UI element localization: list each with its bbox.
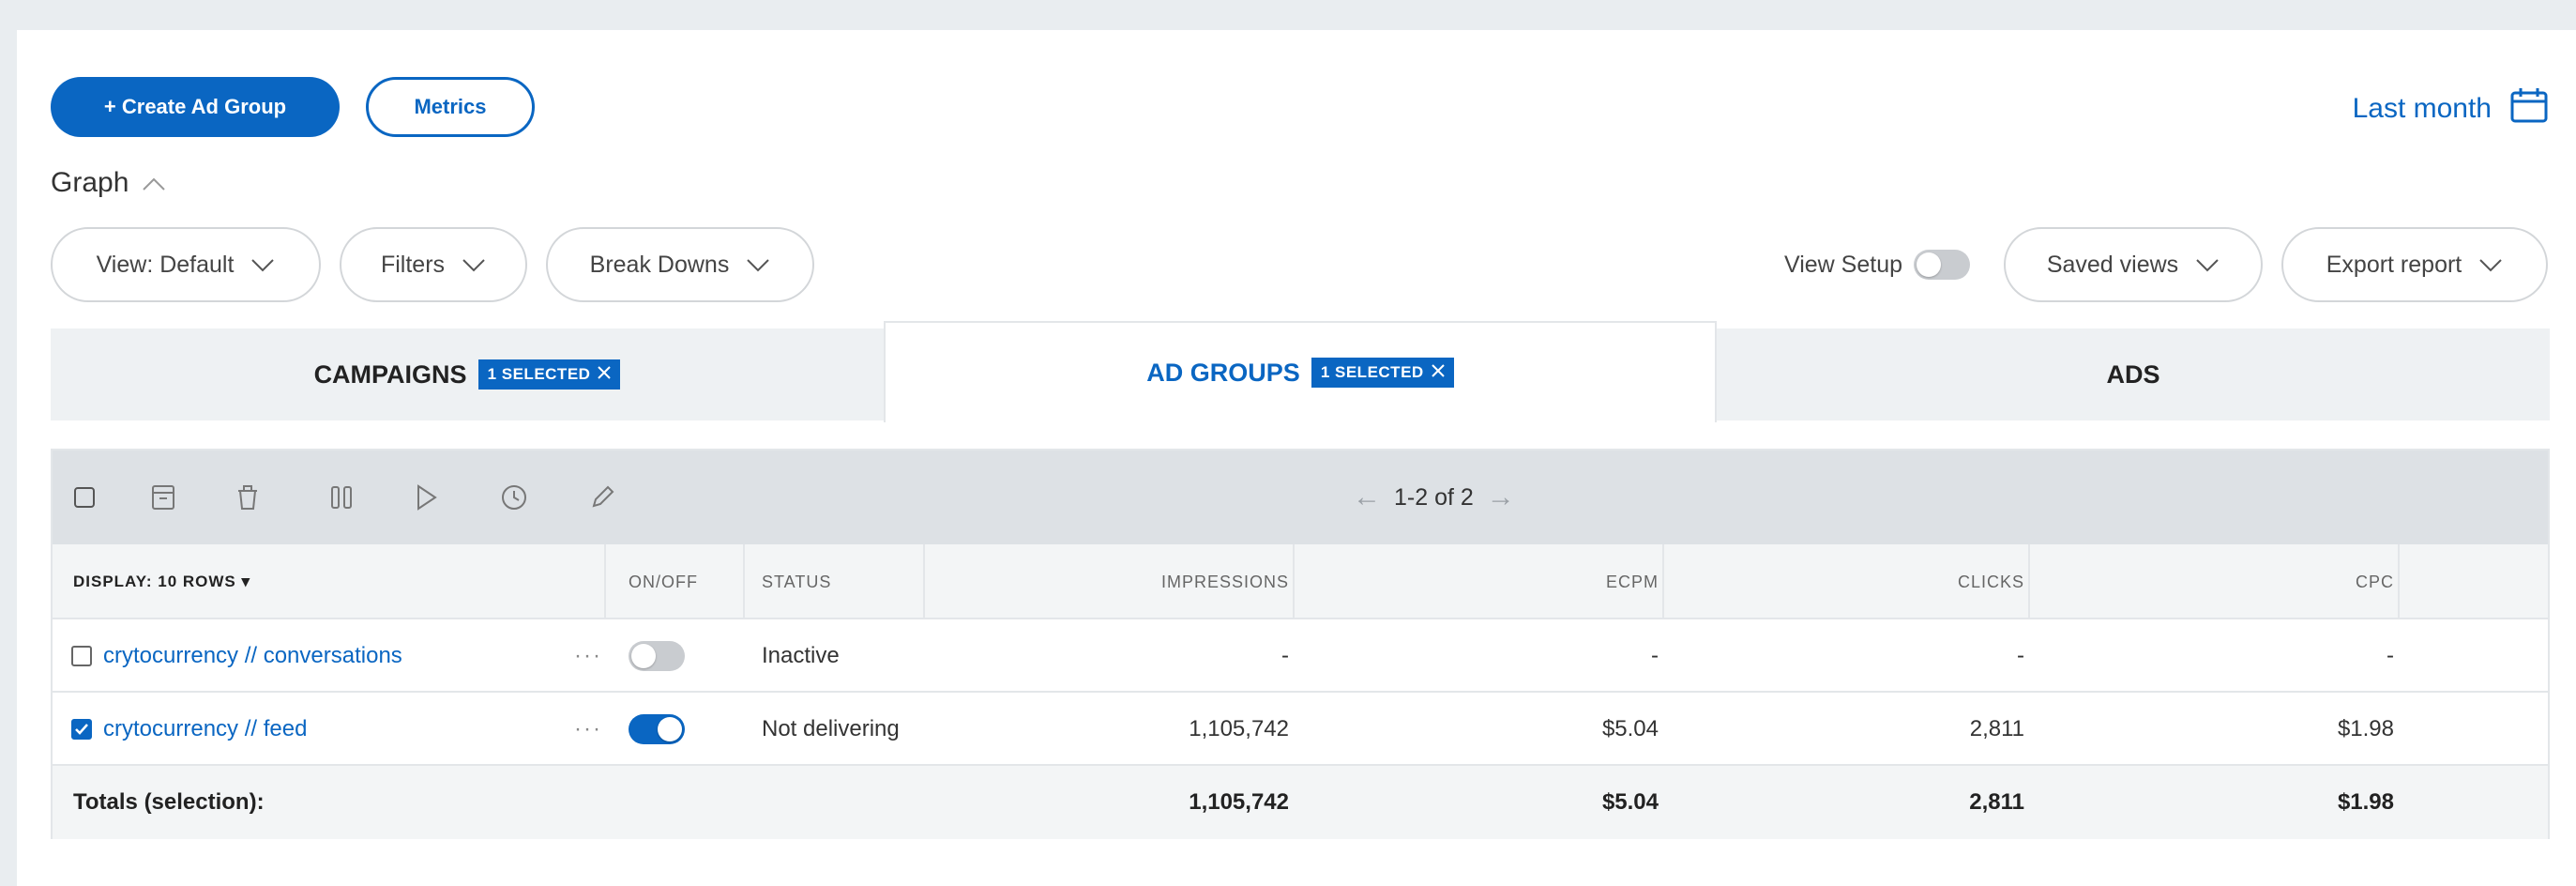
- row-name-cell: crytocurrency // conversations: [71, 619, 402, 693]
- row-onoff-cell: [629, 619, 685, 693]
- filters-label: Filters: [380, 251, 446, 278]
- status-value: Inactive: [762, 643, 840, 668]
- chevron-down-icon: [2195, 252, 2220, 279]
- col-status[interactable]: STATUS: [762, 544, 831, 619]
- export-report-label: Export report: [2326, 251, 2462, 278]
- graph-label: Graph: [51, 167, 129, 198]
- pause-icon[interactable]: [325, 481, 358, 514]
- tab-ads-label: ADS: [2106, 359, 2160, 389]
- table-row: crytocurrency // feed ··· Not delivering…: [53, 693, 2548, 766]
- pagination: ← 1-2 of 2 →: [1353, 479, 1515, 516]
- chevron-down-icon: [462, 252, 486, 279]
- metrics-button[interactable]: Metrics: [366, 77, 535, 137]
- tab-campaigns-label: CAMPAIGNS: [313, 359, 467, 389]
- col-cpc[interactable]: CPC: [2039, 544, 2394, 619]
- chevron-up-icon: [142, 167, 166, 199]
- graph-toggle[interactable]: Graph: [51, 167, 166, 199]
- pagination-label: 1-2 of 2: [1394, 483, 1474, 511]
- level-tabs: CAMPAIGNS 1 SELECTED AD GROUPS 1 SELECTE…: [51, 321, 2550, 422]
- breakdowns-label: Break Downs: [589, 251, 730, 278]
- tab-ad-groups[interactable]: AD GROUPS 1 SELECTED: [884, 321, 1717, 422]
- chevron-down-icon: [746, 252, 770, 279]
- clicks-value: -: [2017, 643, 2024, 668]
- totals-cpc: $1.98: [2337, 789, 2394, 815]
- prev-page-arrow-icon[interactable]: ←: [1353, 481, 1381, 513]
- archive-icon[interactable]: [146, 481, 180, 514]
- status-value: Not delivering: [762, 716, 900, 741]
- view-default-dropdown[interactable]: View: Default: [51, 227, 321, 302]
- bulk-actions-toolbar: ← 1-2 of 2 →: [53, 451, 2548, 544]
- ad-group-toggle[interactable]: [629, 641, 685, 671]
- clicks-value: 2,811: [1969, 716, 2024, 741]
- badge-text: 1 SELECTED: [487, 365, 591, 383]
- row-onoff-cell: [629, 693, 685, 766]
- saved-views-dropdown[interactable]: Saved views: [2004, 227, 2263, 302]
- clock-icon[interactable]: [497, 481, 531, 514]
- display-rows-selector[interactable]: DISPLAY: 10 ROWS ▾: [73, 544, 250, 619]
- campaigns-selected-badge[interactable]: 1 SELECTED: [477, 359, 621, 390]
- date-range-picker[interactable]: Last month: [2353, 86, 2548, 131]
- ad-group-link[interactable]: crytocurrency // conversations: [103, 643, 402, 669]
- checkbox-icon[interactable]: [68, 481, 101, 514]
- ad-group-link[interactable]: crytocurrency // feed: [103, 716, 307, 742]
- impressions-value: -: [1281, 643, 1289, 668]
- pencil-icon[interactable]: [585, 481, 619, 514]
- chevron-down-icon: [2478, 252, 2503, 279]
- ecpm-value: $5.04: [1601, 716, 1659, 741]
- tab-ads[interactable]: ADS: [1717, 328, 2550, 420]
- more-options-icon[interactable]: ···: [574, 693, 602, 766]
- totals-ecpm: $5.04: [1601, 789, 1659, 815]
- impressions-value: 1,105,742: [1189, 716, 1289, 741]
- row-name-cell: crytocurrency // feed: [71, 693, 307, 766]
- col-clicks[interactable]: CLICKS: [1674, 544, 2024, 619]
- view-default-label: View: Default: [96, 251, 235, 278]
- table-row: crytocurrency // conversations ··· Inact…: [53, 619, 2548, 693]
- date-range-label: Last month: [2352, 93, 2492, 124]
- row-checkbox[interactable]: [71, 646, 92, 666]
- play-icon[interactable]: [409, 481, 443, 514]
- tab-campaigns[interactable]: CAMPAIGNS 1 SELECTED: [51, 328, 884, 420]
- totals-impressions: 1,105,742: [1189, 789, 1289, 815]
- view-setup: View Setup: [1784, 246, 1971, 283]
- ad-group-toggle[interactable]: [629, 714, 685, 744]
- breakdowns-dropdown[interactable]: Break Downs: [546, 227, 814, 302]
- trash-icon[interactable]: [231, 481, 265, 514]
- create-ad-group-button[interactable]: + Create Ad Group: [51, 77, 340, 137]
- ad-groups-table: ← 1-2 of 2 → DISPLAY: 10 ROWS ▾ ON/OFF S…: [51, 449, 2550, 839]
- cpc-value: $1.98: [2337, 716, 2394, 741]
- row-checkbox[interactable]: [71, 719, 92, 740]
- close-icon[interactable]: [1431, 363, 1445, 382]
- saved-views-label: Saved views: [2046, 251, 2179, 278]
- col-impressions[interactable]: IMPRESSIONS: [934, 544, 1289, 619]
- view-setup-label: View Setup: [1784, 251, 1903, 278]
- filters-dropdown[interactable]: Filters: [340, 227, 527, 302]
- col-ecpm[interactable]: ECPM: [1304, 544, 1659, 619]
- totals-label: Totals (selection):: [73, 789, 265, 815]
- calendar-icon: [2510, 87, 2548, 130]
- totals-row: Totals (selection): 1,105,742 $5.04 2,81…: [53, 766, 2548, 839]
- more-options-icon[interactable]: ···: [574, 619, 602, 693]
- col-onoff: ON/OFF: [629, 572, 698, 591]
- ad-groups-selected-badge[interactable]: 1 SELECTED: [1311, 358, 1454, 388]
- table-header-row: DISPLAY: 10 ROWS ▾ ON/OFF STATUS IMPRESS…: [53, 544, 2548, 619]
- ecpm-value: -: [1651, 643, 1659, 668]
- tab-ad-groups-label: AD GROUPS: [1146, 358, 1300, 387]
- close-icon[interactable]: [598, 365, 612, 384]
- next-page-arrow-icon[interactable]: →: [1487, 481, 1515, 513]
- view-setup-toggle[interactable]: [1914, 250, 1971, 280]
- chevron-down-icon: [250, 252, 275, 279]
- totals-clicks: 2,811: [1969, 789, 2024, 815]
- cpc-value: -: [2387, 643, 2394, 668]
- badge-text: 1 SELECTED: [1320, 363, 1424, 381]
- export-report-dropdown[interactable]: Export report: [2281, 227, 2548, 302]
